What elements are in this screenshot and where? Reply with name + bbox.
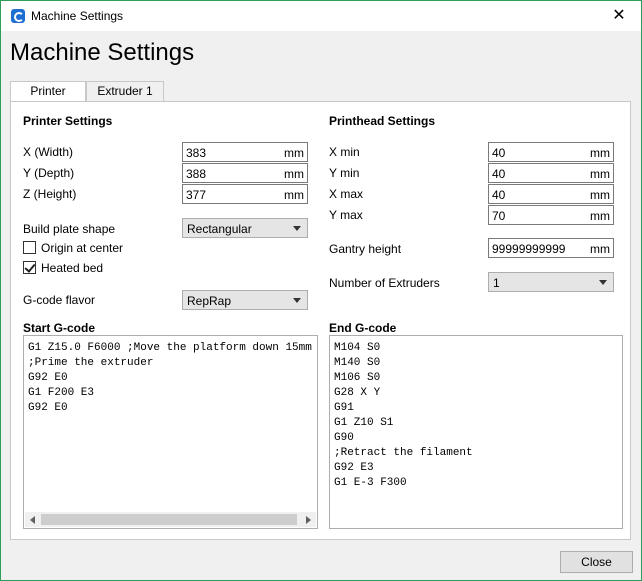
y-max-field[interactable]: 70 mm [488,205,614,225]
build-plate-value: Rectangular [187,222,252,236]
chevron-down-icon [293,226,301,231]
origin-at-center-checkbox[interactable] [23,241,36,254]
y-min-unit: mm [590,167,610,181]
y-depth-unit: mm [284,167,304,181]
gcode-flavor-select[interactable]: RepRap [182,290,308,310]
end-gcode-text: M104 S0 M140 S0 M106 S0 G28 X Y G91 G1 Z… [334,342,473,489]
end-gcode-editor[interactable]: M104 S0 M140 S0 M106 S0 G28 X Y G91 G1 Z… [329,335,623,529]
window-close-icon[interactable]: ✕ [607,5,631,27]
z-height-label: Z (Height) [23,187,77,201]
start-gcode-horizontal-scrollbar[interactable] [25,512,316,527]
window-title: Machine Settings [31,9,124,23]
x-width-label: X (Width) [23,145,74,159]
y-depth-label: Y (Depth) [23,166,75,180]
x-width-field[interactable]: 383 mm [182,142,308,162]
chevron-down-icon [293,298,301,303]
machine-settings-window: Machine Settings ✕ Machine Settings Prin… [0,0,642,581]
x-max-unit: mm [590,188,610,202]
y-depth-field[interactable]: 388 mm [182,163,308,183]
end-gcode-title: End G-code [329,321,397,335]
number-of-extruders-value: 1 [493,276,500,290]
z-height-value: 377 [186,188,207,202]
x-max-label: X max [329,187,364,201]
x-max-field[interactable]: 40 mm [488,184,614,204]
printhead-settings-title: Printhead Settings [329,114,436,128]
start-gcode-text: G1 Z15.0 F6000 ;Move the platform down 1… [28,342,312,414]
x-width-unit: mm [284,146,304,160]
y-max-unit: mm [590,209,610,223]
settings-panel: Printer Settings X (Width) 383 mm Y (Dep… [10,101,631,540]
heated-bed-label: Heated bed [41,261,104,275]
y-min-field[interactable]: 40 mm [488,163,614,183]
x-min-value: 40 [492,146,506,160]
gantry-height-value: 99999999999 [492,242,566,256]
origin-at-center-label: Origin at center [41,241,124,255]
z-height-unit: mm [284,188,304,202]
chevron-down-icon [599,280,607,285]
cura-app-icon [11,9,25,23]
y-min-label: Y min [329,166,360,180]
y-depth-value: 388 [186,167,207,181]
title-bar: Machine Settings ✕ [1,1,641,31]
tab-printer[interactable]: Printer [10,81,86,103]
x-min-field[interactable]: 40 mm [488,142,614,162]
x-max-value: 40 [492,188,506,202]
close-button[interactable]: Close [560,551,633,573]
start-gcode-title: Start G-code [23,321,96,335]
x-min-unit: mm [590,146,610,160]
gcode-flavor-value: RepRap [187,294,232,308]
build-plate-select[interactable]: Rectangular [182,218,308,238]
scrollbar-thumb[interactable] [41,514,297,525]
page-heading: Machine Settings [10,39,195,66]
heated-bed-checkbox[interactable] [23,261,36,274]
gantry-height-unit: mm [590,242,610,256]
y-max-value: 70 [492,209,506,223]
y-min-value: 40 [492,167,506,181]
scroll-left-icon[interactable] [30,516,35,524]
start-gcode-editor[interactable]: G1 Z15.0 F6000 ;Move the platform down 1… [23,335,318,529]
build-plate-label: Build plate shape [23,222,116,236]
x-width-value: 383 [186,146,207,160]
gantry-height-field[interactable]: 99999999999 mm [488,238,614,258]
y-max-label: Y max [329,208,363,222]
z-height-field[interactable]: 377 mm [182,184,308,204]
gcode-flavor-label: G-code flavor [23,293,96,307]
x-min-label: X min [329,145,360,159]
tab-extruder-1[interactable]: Extruder 1 [86,81,164,102]
scroll-right-icon[interactable] [306,516,311,524]
number-of-extruders-label: Number of Extruders [329,276,440,290]
gantry-height-label: Gantry height [329,242,402,256]
number-of-extruders-select[interactable]: 1 [488,272,614,292]
printer-settings-title: Printer Settings [23,114,113,128]
